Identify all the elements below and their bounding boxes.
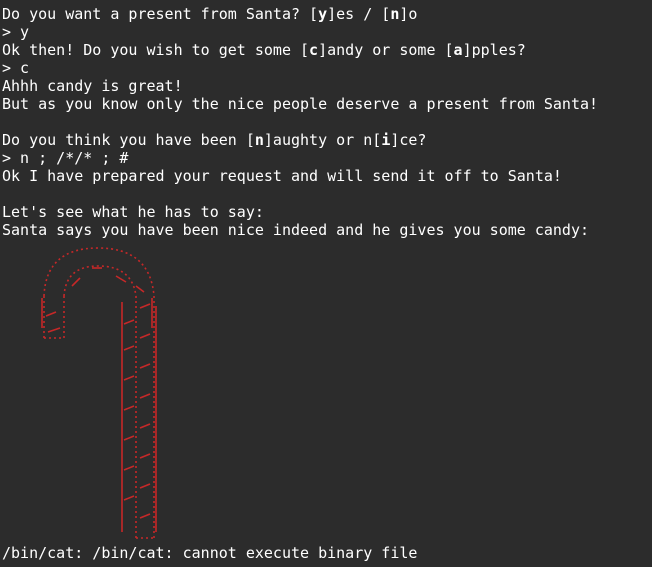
output-lets-see: Let's see what he has to say: (2, 203, 264, 221)
output-santa-says: Santa says you have been nice indeed and… (2, 221, 589, 239)
input-yes: > y (2, 23, 30, 41)
output-nice-people: But as you know only the nice people des… (2, 95, 599, 113)
input-injection: > n ; /*/* ; # (2, 149, 129, 167)
prompt-naughty-nice: Do you think you have been [n]aughty or … (2, 131, 427, 149)
output-request-prepared: Ok I have prepared your request and will… (2, 167, 562, 185)
candy-cane-ascii-art (41, 247, 157, 539)
output-candy-great: Ahhh candy is great! (2, 77, 183, 95)
prompt-present: Do you want a present from Santa? [y]es … (2, 5, 418, 23)
error-message: /bin/cat: /bin/cat: cannot execute binar… (2, 544, 418, 562)
terminal-window[interactable]: Do you want a present from Santa? [y]es … (0, 0, 652, 567)
prompt-candy-apples: Ok then! Do you wish to get some [c]andy… (2, 41, 526, 59)
input-candy: > c (2, 59, 30, 77)
